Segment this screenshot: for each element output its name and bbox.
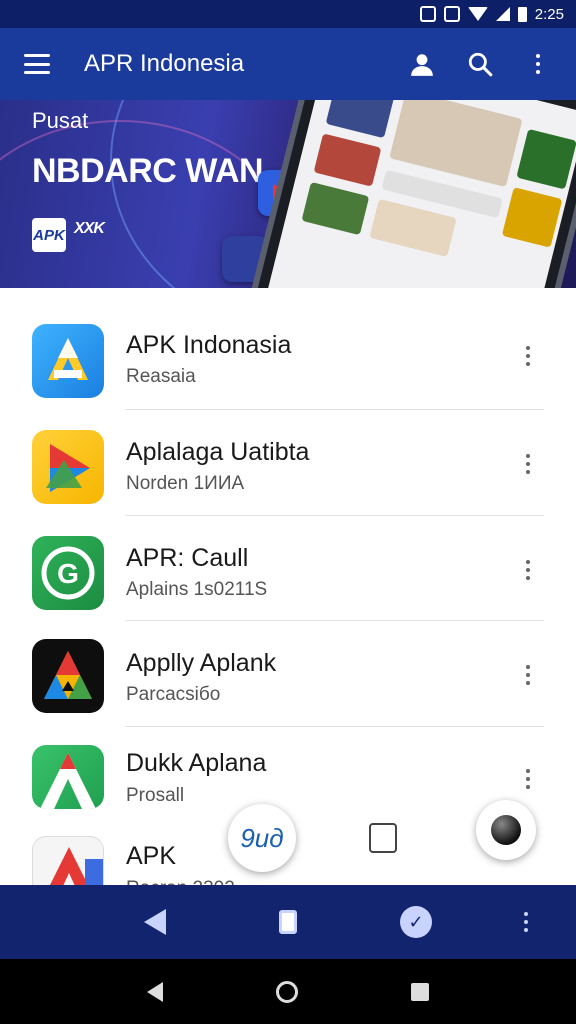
search-icon[interactable] — [458, 42, 502, 86]
more-vert-icon[interactable] — [526, 768, 530, 789]
nav-back-icon[interactable] — [146, 981, 163, 1002]
app-bar: APR Indonesia — [0, 28, 576, 100]
list-item[interactable]: APK Indonasia Reasaia — [0, 288, 576, 410]
menu-icon[interactable] — [24, 54, 50, 74]
app-name: APK Indonasia — [126, 331, 292, 359]
banner-logo-text: XXK — [74, 220, 105, 237]
notification-icon — [419, 6, 436, 22]
app-subtitle: Parcacsiбo — [126, 684, 221, 705]
battery-icon — [517, 6, 527, 22]
camera-ball-button[interactable] — [476, 800, 536, 860]
bottom-toolbar: ✓ — [0, 885, 576, 959]
app-name: APR: Caull — [126, 543, 249, 572]
page-icon[interactable] — [369, 823, 397, 853]
app-subtitle: Prosall — [126, 784, 185, 806]
ball-icon — [491, 815, 521, 845]
more-vert-icon[interactable] — [526, 454, 530, 474]
nav-home-icon[interactable] — [275, 980, 298, 1003]
app-subtitle: Norden 1ИИA — [126, 473, 245, 494]
app-name: Dukk Aplana — [126, 748, 267, 777]
back-icon[interactable] — [140, 885, 170, 959]
svg-text:G: G — [57, 558, 79, 589]
account-icon[interactable] — [400, 42, 444, 86]
promo-banner[interactable]: Pusat NBDARC WAN APK XXK — [0, 100, 576, 288]
notification-icon-2 — [443, 6, 460, 22]
app-g-green-icon: G — [32, 535, 104, 610]
signal-icon — [495, 7, 510, 21]
nav-recents-icon[interactable] — [411, 982, 430, 1001]
banner-subtitle: Pusat — [32, 108, 89, 133]
app-play-yellow-icon — [32, 430, 104, 504]
app-subtitle: Reasaia — [126, 366, 196, 387]
status-time: 2:25 — [534, 5, 564, 23]
more-vert-icon[interactable] — [526, 665, 530, 685]
system-nav-bar — [0, 959, 576, 1024]
app-a-blue-icon — [32, 324, 104, 398]
app-name: APK — [126, 842, 177, 870]
status-bar: 2:25 — [0, 0, 576, 28]
list-item[interactable]: Applly Aplank Parcacsiбo — [0, 621, 576, 727]
app-subtitle: Aplains 1s0211S — [126, 578, 268, 600]
app-name: Applly Aplank — [126, 649, 277, 677]
banner-title: NBDARC WAN — [32, 152, 264, 190]
list-item[interactable]: G APR: Caull Aplains 1s0211S — [0, 516, 576, 621]
app-a-black-icon — [32, 639, 104, 713]
more-vert-icon[interactable] — [516, 42, 560, 86]
list-item[interactable]: Aplalaga Uatibta Norden 1ИИA — [0, 410, 576, 516]
check-icon[interactable]: ✓ — [398, 885, 434, 959]
banner-logo: APK — [32, 218, 66, 252]
more-vert-icon[interactable] — [526, 559, 530, 580]
wifi-icon — [467, 7, 488, 21]
page-icon[interactable] — [276, 885, 300, 959]
app-a-green-icon — [32, 744, 104, 809]
floating-app-button[interactable]: 9ид — [228, 804, 296, 872]
more-vert-icon[interactable] — [516, 885, 536, 959]
app-title: APR Indonesia — [84, 50, 245, 77]
more-vert-icon[interactable] — [526, 346, 530, 366]
app-name: Aplalaga Uatibta — [126, 438, 310, 466]
